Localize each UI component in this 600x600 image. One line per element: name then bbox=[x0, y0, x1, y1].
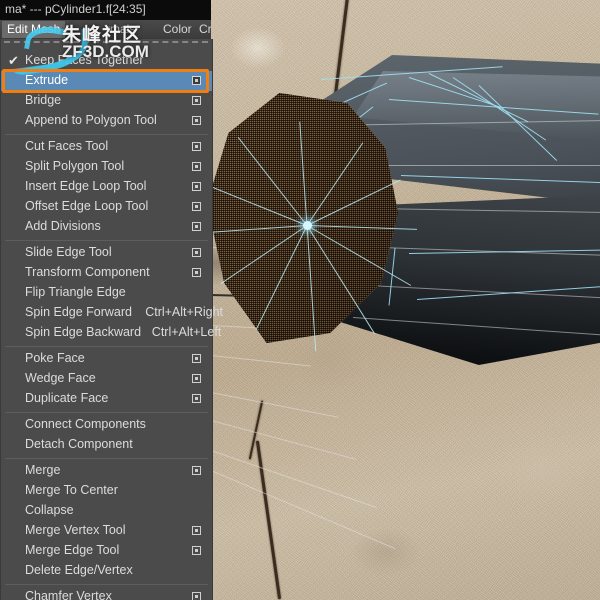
menubar-item-edit-mesh[interactable]: Edit Mesh bbox=[2, 21, 66, 38]
menu-item-label: Slide Edge Tool bbox=[25, 245, 112, 259]
menu-item-label: Flip Triangle Edge bbox=[25, 285, 126, 299]
option-box-icon[interactable] bbox=[192, 374, 201, 383]
menu-separator bbox=[5, 346, 208, 347]
menu-item-label: Poke Face bbox=[25, 351, 85, 365]
menu-bar[interactable]: Edit Mesh rmals Color Cr bbox=[0, 20, 212, 40]
menu-item-shortcut: Ctrl+Alt+Left bbox=[151, 325, 222, 339]
menu-item-label: Merge To Center bbox=[25, 483, 118, 497]
menu-item-detach-component[interactable]: Detach Component bbox=[1, 435, 212, 455]
option-box-icon[interactable] bbox=[192, 354, 201, 363]
menu-item-label: Chamfer Vertex bbox=[25, 589, 112, 600]
menu-item-label: Merge bbox=[25, 463, 61, 477]
menu-item-label: Add Divisions bbox=[25, 219, 101, 233]
menu-separator bbox=[5, 134, 208, 135]
menu-item-delete-edge-vertex[interactable]: Delete Edge/Vertex bbox=[1, 561, 212, 581]
menu-item-label: Duplicate Face bbox=[25, 391, 109, 405]
menu-item-label: Spin Edge Forward bbox=[25, 305, 133, 319]
menu-item-offset-edge-loop-tool[interactable]: Offset Edge Loop Tool bbox=[1, 197, 212, 217]
menu-item-label: Append to Polygon Tool bbox=[25, 113, 157, 127]
menu-separator bbox=[5, 458, 208, 459]
menu-item-bridge[interactable]: Bridge bbox=[1, 91, 212, 111]
menu-item-duplicate-face[interactable]: Duplicate Face bbox=[1, 389, 212, 409]
menu-item-merge-edge-tool[interactable]: Merge Edge Tool bbox=[1, 541, 212, 561]
option-box-icon[interactable] bbox=[192, 142, 201, 151]
menu-item-label: Delete Edge/Vertex bbox=[25, 563, 133, 577]
option-box-icon[interactable] bbox=[192, 546, 201, 555]
option-box-icon[interactable] bbox=[192, 394, 201, 403]
option-box-icon[interactable] bbox=[192, 592, 201, 600]
maya-window: 纳金网 NARKII.COM www.souvr.com ma* --- pCy… bbox=[0, 0, 600, 600]
menu-item-slide-edge-tool[interactable]: Slide Edge Tool bbox=[1, 243, 212, 263]
option-box-icon[interactable] bbox=[192, 248, 201, 257]
menu-item-label: Collapse bbox=[25, 503, 74, 517]
menu-item-chamfer-vertex[interactable]: Chamfer Vertex bbox=[1, 587, 212, 600]
menu-item-label: Offset Edge Loop Tool bbox=[25, 199, 149, 213]
menu-separator bbox=[5, 240, 208, 241]
menu-item-merge-to-center[interactable]: Merge To Center bbox=[1, 481, 212, 501]
3d-viewport[interactable]: 纳金网 NARKII.COM www.souvr.com bbox=[211, 0, 600, 600]
menu-item-merge-vertex-tool[interactable]: Merge Vertex Tool bbox=[1, 521, 212, 541]
menu-item-add-divisions[interactable]: Add Divisions bbox=[1, 217, 212, 237]
menu-item-poke-face[interactable]: Poke Face bbox=[1, 349, 212, 369]
menu-item-label: Keep Faces Together bbox=[25, 53, 144, 67]
menu-item-label: Split Polygon Tool bbox=[25, 159, 125, 173]
option-box-icon[interactable] bbox=[192, 526, 201, 535]
menubar-item-color[interactable]: Color bbox=[158, 21, 197, 38]
check-icon: ✔ bbox=[8, 53, 19, 68]
menu-item-split-polygon-tool[interactable]: Split Polygon Tool bbox=[1, 157, 212, 177]
menu-item-label: Detach Component bbox=[25, 437, 133, 451]
menu-item-label: Cut Faces Tool bbox=[25, 139, 109, 153]
cap-center-vertex[interactable] bbox=[303, 221, 312, 230]
menu-item-label: Spin Edge Backward bbox=[25, 325, 142, 339]
menu-item-spin-edge-backward[interactable]: Spin Edge Backward Ctrl+Alt+Left bbox=[1, 323, 221, 343]
menu-item-wedge-face[interactable]: Wedge Face bbox=[1, 369, 212, 389]
menu-item-flip-triangle-edge[interactable]: Flip Triangle Edge bbox=[1, 283, 212, 303]
menu-item-keep-faces-together[interactable]: ✔ Keep Faces Together bbox=[1, 51, 212, 71]
window-title-text: ma* --- pCylinder1.f[24:35] bbox=[5, 2, 146, 16]
window-title-bar: ma* --- pCylinder1.f[24:35] bbox=[0, 0, 211, 21]
menu-item-label: Connect Components bbox=[25, 417, 146, 431]
menu-item-transform-component[interactable]: Transform Component bbox=[1, 263, 212, 283]
menu-item-collapse[interactable]: Collapse bbox=[1, 501, 212, 521]
menubar-item-create[interactable]: Cr bbox=[194, 21, 217, 38]
menu-item-shortcut: Ctrl+Alt+Right bbox=[145, 305, 223, 319]
menu-item-label: Extrude bbox=[25, 73, 69, 87]
menubar-item-normals[interactable]: rmals bbox=[101, 21, 140, 38]
menu-item-spin-edge-forward[interactable]: Spin Edge Forward Ctrl+Alt+Right bbox=[1, 303, 223, 323]
menu-item-label: Merge Vertex Tool bbox=[25, 523, 126, 537]
option-box-icon[interactable] bbox=[192, 116, 201, 125]
menu-item-extrude[interactable]: Extrude bbox=[1, 71, 212, 91]
option-box-icon[interactable] bbox=[192, 162, 201, 171]
menu-tear-off-handle[interactable] bbox=[4, 41, 208, 43]
option-box-icon[interactable] bbox=[192, 202, 201, 211]
edit-mesh-menu[interactable]: ✔ Keep Faces Together Extrude Bridge Append … bbox=[0, 39, 223, 600]
menu-item-label: Transform Component bbox=[25, 265, 150, 279]
menu-item-insert-edge-loop-tool[interactable]: Insert Edge Loop Tool bbox=[1, 177, 212, 197]
menu-item-append-to-polygon-tool[interactable]: Append to Polygon Tool bbox=[1, 111, 212, 131]
option-box-icon[interactable] bbox=[192, 76, 201, 85]
menu-item-label: Bridge bbox=[25, 93, 62, 107]
option-box-icon[interactable] bbox=[192, 268, 201, 277]
option-box-icon[interactable] bbox=[192, 96, 201, 105]
menu-item-label: Merge Edge Tool bbox=[25, 543, 120, 557]
option-box-icon[interactable] bbox=[192, 222, 201, 231]
menu-separator bbox=[5, 584, 208, 585]
menu-item-cut-faces-tool[interactable]: Cut Faces Tool bbox=[1, 137, 212, 157]
menu-item-label: Wedge Face bbox=[25, 371, 96, 385]
menu-separator bbox=[5, 412, 208, 413]
menu-item-connect-components[interactable]: Connect Components bbox=[1, 415, 212, 435]
polygon-cylinder-model[interactable] bbox=[211, 55, 600, 365]
menu-item-merge[interactable]: Merge bbox=[1, 461, 212, 481]
option-box-icon[interactable] bbox=[192, 182, 201, 191]
option-box-icon[interactable] bbox=[192, 466, 201, 475]
menu-item-label: Insert Edge Loop Tool bbox=[25, 179, 147, 193]
